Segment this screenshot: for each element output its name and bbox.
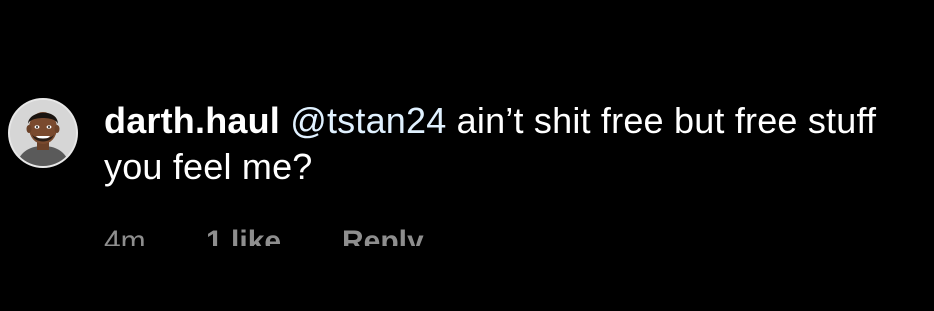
avatar-photo-icon xyxy=(10,100,76,166)
comment-mention[interactable]: @tstan24 xyxy=(290,100,446,141)
comment-body: darth.haul @tstan24 ain’t shit free but … xyxy=(104,98,904,190)
reply-button[interactable]: Reply xyxy=(342,222,424,246)
user-avatar[interactable] xyxy=(10,100,76,166)
comment-meta: 4m 1 like Reply xyxy=(104,222,424,246)
comment-likes[interactable]: 1 like xyxy=(206,222,342,246)
comment-username[interactable]: darth.haul xyxy=(104,100,280,141)
comment-timestamp: 4m xyxy=(104,225,146,246)
